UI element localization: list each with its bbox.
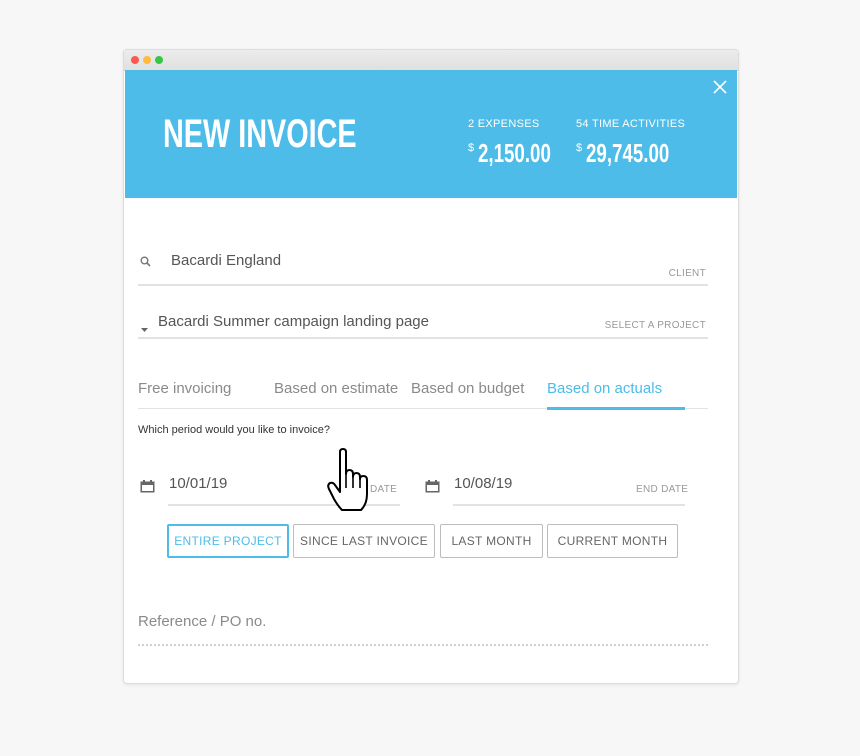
last-month-button[interactable]: LAST MONTH [440,524,543,558]
page-title: NEW INVOICE [163,112,357,156]
tab-free-invoicing[interactable]: Free invoicing [138,380,231,397]
client-value[interactable]: Bacardi England [171,252,281,269]
close-icon[interactable] [713,80,727,94]
tab-based-on-estimate[interactable]: Based on estimate [274,380,398,397]
active-tab-indicator [547,407,685,410]
expenses-label: 2 EXPENSES [468,118,540,130]
calendar-icon [425,480,440,498]
window-minimize-dot[interactable] [143,56,151,64]
window-maximize-dot[interactable] [155,56,163,64]
end-date-hint: END DATE [636,484,689,495]
time-activities-amount: 29,745.00 [586,138,670,168]
since-last-invoice-button[interactable]: SINCE LAST INVOICE [293,524,435,558]
expenses-stat: 2 EXPENSES $2,150.00 [468,118,579,169]
project-hint: SELECT A PROJECT [604,320,706,331]
entire-project-button[interactable]: ENTIRE PROJECT [167,524,289,558]
client-hint: CLIENT [668,268,706,279]
time-activities-stat: 54 TIME ACTIVITIES $29,745.00 [576,118,702,169]
window-close-dot[interactable] [131,56,139,64]
calendar-icon [140,480,155,498]
caret-down-icon [141,320,148,338]
invoice-window: NEW INVOICE 2 EXPENSES $2,150.00 54 TIME… [123,49,739,684]
project-value[interactable]: Bacardi Summer campaign landing page [158,313,429,330]
client-field[interactable]: Bacardi England CLIENT [138,248,708,286]
hand-cursor-icon [326,448,378,514]
expenses-currency: $ [468,142,475,154]
reference-placeholder: Reference / PO no. [138,613,267,630]
expenses-amount: 2,150.00 [478,138,552,168]
search-icon [140,254,151,272]
period-question: Which period would you like to invoice? [138,424,330,436]
tab-based-on-actuals[interactable]: Based on actuals [547,380,662,397]
end-date-value[interactable]: 10/08/19 [454,475,512,492]
project-select[interactable]: Bacardi Summer campaign landing page SEL… [138,309,708,339]
time-activities-label: 54 TIME ACTIVITIES [576,118,686,130]
invoice-header: NEW INVOICE 2 EXPENSES $2,150.00 54 TIME… [125,70,737,198]
tab-based-on-budget[interactable]: Based on budget [411,380,524,397]
time-activities-currency: $ [576,142,583,154]
window-titlebar [124,50,738,71]
end-date-underline [453,504,685,506]
end-date-field[interactable]: 10/08/19 END DATE [425,468,695,506]
start-date-value[interactable]: 10/01/19 [169,475,227,492]
invoice-type-tabs: Free invoicing Based on estimate Based o… [138,375,708,410]
reference-input[interactable]: Reference / PO no. [138,610,708,646]
current-month-button[interactable]: CURRENT MONTH [547,524,678,558]
